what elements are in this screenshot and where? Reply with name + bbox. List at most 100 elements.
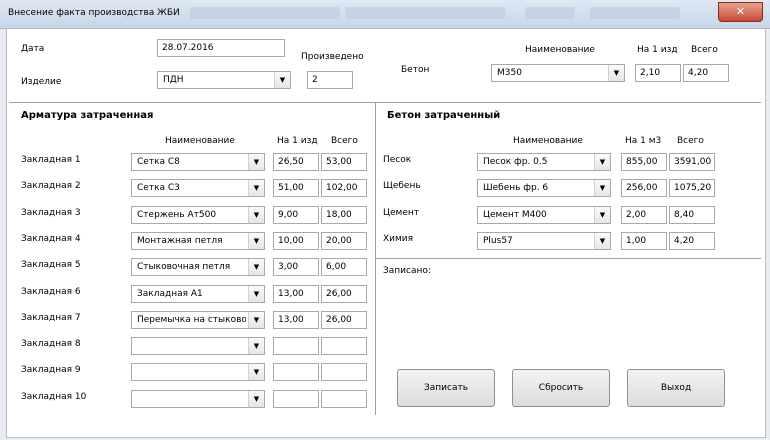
- rebar-total-field[interactable]: 26,00: [321, 310, 367, 329]
- save-button[interactable]: Записать: [397, 369, 495, 407]
- rebar-name-select[interactable]: Стыковочная петля ▼: [131, 258, 265, 277]
- background-window-blur: [190, 7, 340, 19]
- header-divider: [9, 102, 761, 103]
- rebar-total-field[interactable]: 20,00: [321, 231, 367, 250]
- rebar-per-unit-field[interactable]: [273, 389, 319, 408]
- rebar-total-field[interactable]: 6,00: [321, 258, 367, 277]
- concrete-name-value: Песок фр. 0.5: [483, 157, 548, 167]
- rebar-name-value: Сетка С8: [137, 157, 180, 167]
- rebar-name-value: Стыковочная петля: [137, 262, 231, 273]
- concrete-per-unit-field[interactable]: 2,10: [635, 64, 681, 82]
- chevron-down-icon[interactable]: ▼: [248, 206, 264, 223]
- chevron-down-icon[interactable]: ▼: [248, 338, 264, 355]
- concrete-total-field[interactable]: 4,20: [669, 231, 715, 250]
- rebar-per-unit-field[interactable]: 3,00: [273, 258, 319, 277]
- rebar-total-field[interactable]: [321, 363, 367, 382]
- chevron-down-icon[interactable]: ▼: [248, 180, 264, 197]
- concrete-name-select[interactable]: Песок фр. 0.5 ▼: [477, 153, 611, 171]
- chevron-down-icon[interactable]: ▼: [274, 72, 290, 88]
- rebar-name-select[interactable]: ▼: [131, 389, 265, 408]
- rebar-name-value: Стержень Ат500: [137, 209, 217, 220]
- rebar-name-value: Закладная А1: [137, 288, 203, 299]
- chevron-down-icon[interactable]: ▼: [248, 154, 264, 170]
- chevron-down-icon[interactable]: ▼: [248, 364, 264, 381]
- rebar-total-field[interactable]: 102,00: [321, 179, 367, 198]
- rebar-name-value: Перемычка на стыковочн: [137, 314, 246, 325]
- concrete-name-value: Шебень фр. 6: [483, 183, 549, 194]
- concrete-divider: [376, 258, 761, 259]
- rebar-per-unit-header: На 1 изд: [277, 136, 318, 146]
- concrete-name-value: Цемент М400: [483, 209, 547, 220]
- rebar-total-field[interactable]: 53,00: [321, 153, 367, 171]
- rebar-total-field[interactable]: 18,00: [321, 205, 367, 224]
- concrete-per-unit-field[interactable]: 2,00: [621, 205, 667, 224]
- rebar-section-title: Арматура затраченная: [21, 110, 154, 121]
- rebar-name-select[interactable]: Сетка С3 ▼: [131, 179, 265, 198]
- rebar-row-label: Закладная 8: [21, 339, 81, 350]
- rebar-name-header: Наименование: [165, 136, 235, 146]
- concrete-row-label: Химия: [383, 233, 414, 244]
- rebar-per-unit-field[interactable]: 10,00: [273, 231, 319, 250]
- chevron-down-icon[interactable]: ▼: [594, 154, 610, 170]
- concrete-name-select[interactable]: Plus57 ▼: [477, 231, 611, 250]
- chevron-down-icon[interactable]: ▼: [248, 232, 264, 249]
- product-select[interactable]: ПДН ▼: [157, 71, 291, 89]
- rebar-per-unit-field[interactable]: [273, 363, 319, 382]
- concrete-name-header: Наименование: [525, 45, 595, 55]
- concrete-per-unit-field[interactable]: 256,00: [621, 179, 667, 198]
- rebar-name-select[interactable]: Закладная А1 ▼: [131, 284, 265, 303]
- chevron-down-icon[interactable]: ▼: [248, 311, 264, 328]
- rebar-row-label: Закладная 10: [21, 391, 87, 402]
- background-window-blur: [525, 7, 575, 19]
- rebar-name-select[interactable]: Перемычка на стыковочн ▼: [131, 310, 265, 329]
- chevron-down-icon[interactable]: ▼: [608, 65, 624, 81]
- concrete-name-select[interactable]: Цемент М400 ▼: [477, 205, 611, 224]
- concrete-row-label: Песок: [383, 155, 412, 165]
- rebar-per-unit-field[interactable]: 9,00: [273, 205, 319, 224]
- rebar-per-unit-field[interactable]: 13,00: [273, 284, 319, 303]
- chevron-down-icon[interactable]: ▼: [594, 206, 610, 223]
- rebar-per-unit-field[interactable]: 51,00: [273, 179, 319, 198]
- chevron-down-icon[interactable]: ▼: [594, 232, 610, 249]
- rebar-per-unit-field[interactable]: [273, 337, 319, 356]
- chevron-down-icon[interactable]: ▼: [248, 390, 264, 407]
- reset-button[interactable]: Сбросить: [512, 369, 610, 407]
- rebar-name-select[interactable]: Сетка С8 ▼: [131, 153, 265, 171]
- concrete-grade-value: М350: [497, 68, 522, 78]
- concrete-name-value: Plus57: [483, 235, 513, 246]
- close-button[interactable]: ✕: [718, 2, 763, 22]
- concrete-total-field[interactable]: 4,20: [683, 64, 729, 82]
- date-field[interactable]: 28.07.2016: [157, 39, 285, 57]
- chevron-down-icon[interactable]: ▼: [594, 180, 610, 197]
- rebar-total-field[interactable]: [321, 389, 367, 408]
- concrete-mat-total-header: Всего: [677, 136, 704, 146]
- concrete-total-field[interactable]: 3591,00: [669, 153, 715, 171]
- concrete-grade-select[interactable]: М350 ▼: [491, 64, 625, 82]
- produced-field[interactable]: 2: [307, 71, 353, 89]
- rebar-total-field[interactable]: 26,00: [321, 284, 367, 303]
- rebar-per-unit-field[interactable]: 26,50: [273, 153, 319, 171]
- rebar-name-select[interactable]: Монтажная петля ▼: [131, 231, 265, 250]
- rebar-name-select[interactable]: Стержень Ат500 ▼: [131, 205, 265, 224]
- rebar-name-value: Монтажная петля: [137, 235, 223, 246]
- rebar-name-select[interactable]: ▼: [131, 363, 265, 382]
- rebar-per-unit-field[interactable]: 13,00: [273, 310, 319, 329]
- concrete-per-unit-field[interactable]: 1,00: [621, 231, 667, 250]
- chevron-down-icon[interactable]: ▼: [248, 285, 264, 302]
- rebar-name-select[interactable]: ▼: [131, 337, 265, 356]
- rebar-total-header: Всего: [331, 136, 358, 146]
- concrete-per-unit-field[interactable]: 855,00: [621, 153, 667, 171]
- background-window-blur: [345, 7, 505, 19]
- recorded-label: Записано:: [383, 266, 431, 276]
- chevron-down-icon[interactable]: ▼: [248, 259, 264, 276]
- concrete-total-field[interactable]: 8,40: [669, 205, 715, 224]
- concrete-name-select[interactable]: Шебень фр. 6 ▼: [477, 179, 611, 198]
- concrete-total-field[interactable]: 1075,20: [669, 179, 715, 198]
- rebar-row-label: Закладная 6: [21, 286, 81, 297]
- rebar-total-field[interactable]: [321, 337, 367, 356]
- background-window-blur: [590, 7, 680, 19]
- exit-button[interactable]: Выход: [627, 369, 725, 407]
- title-bar: Внесение факта производства ЖБИ ✕: [0, 0, 770, 29]
- rebar-row-label: Закладная 1: [21, 155, 81, 165]
- rebar-row-label: Закладная 3: [21, 207, 81, 218]
